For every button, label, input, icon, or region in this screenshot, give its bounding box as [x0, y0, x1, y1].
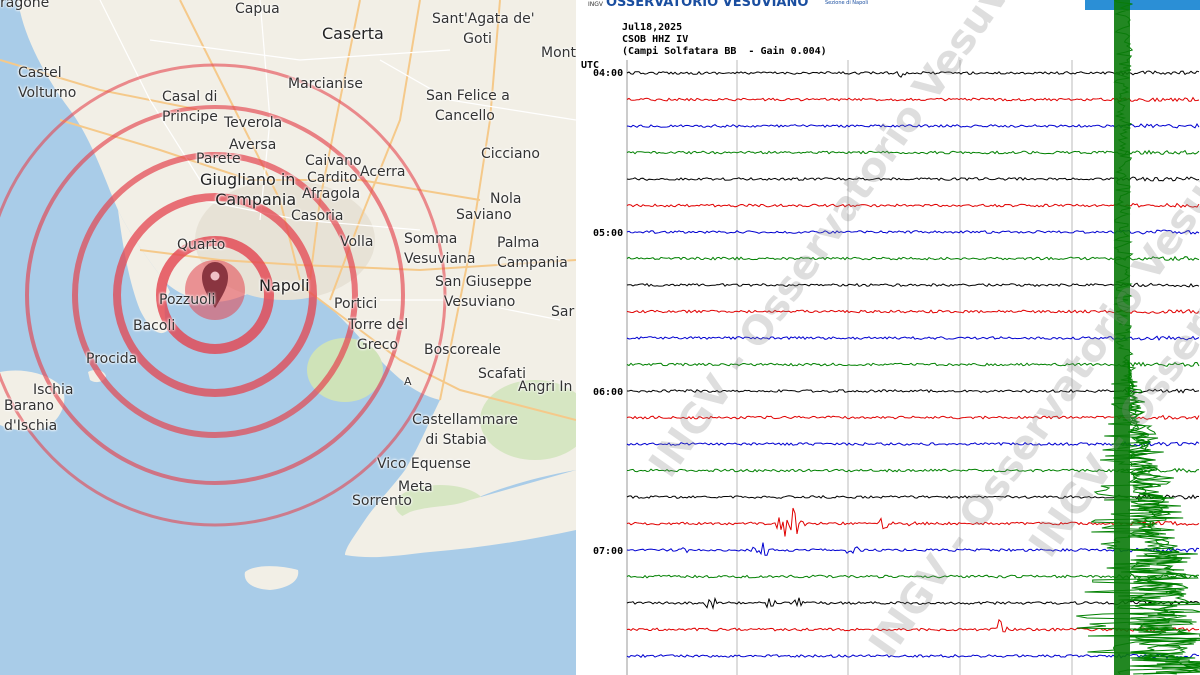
place-label: Afragola — [302, 186, 361, 202]
place-label: Caserta — [322, 24, 384, 43]
observatory-subtitle: Sezione di Napoli — [825, 0, 868, 6]
seismogram-panel: INGV OSSERVATORIO VESUVIANO Sezione di N… — [580, 0, 1200, 675]
place-label: ragone — [0, 0, 50, 11]
place-label: Palma Campania — [497, 235, 568, 271]
place-label: Quarto — [177, 237, 226, 253]
time-label: 04:00 — [593, 68, 624, 79]
time-label: 07:00 — [593, 546, 624, 557]
seismic-trace — [626, 255, 1200, 262]
place-label: Napoli — [259, 276, 310, 295]
place-label: Sant'Agata de' Goti — [432, 11, 535, 47]
place-label: Procida — [86, 351, 138, 367]
place-label: Castellammare di Stabia — [412, 412, 519, 448]
place-label: Angri In — [518, 379, 573, 395]
observatory-title: OSSERVATORIO VESUVIANO — [606, 0, 808, 10]
place-label: Vico Equense — [377, 456, 471, 472]
place-label: San Felice a Cancello — [426, 88, 510, 124]
place-label: Boscoreale — [424, 342, 501, 358]
place-label: Torre del Greco — [348, 317, 409, 353]
place-label: Somma Vesuviana — [404, 231, 476, 267]
place-label: Bacoli — [133, 318, 176, 334]
place-label: Castel Volturno — [18, 65, 77, 101]
ingv-logo-text: INGV — [588, 1, 604, 8]
seismic-trace — [626, 149, 1200, 155]
header-blue-bar — [1085, 0, 1200, 10]
place-label: Giugliano in Campania — [200, 170, 297, 209]
place-label: Barano d'Ischia — [4, 398, 58, 434]
place-label: Saviano — [456, 207, 512, 223]
place-label: A — [404, 375, 412, 388]
epicenter-map: ragone Capua Caserta Sant'Agata de' Goti… — [0, 0, 576, 675]
place-label: Teverola — [224, 115, 283, 131]
place-label: San Giuseppe Vesuviano — [435, 274, 532, 310]
seismic-trace — [626, 202, 1200, 209]
place-label: Acerra — [360, 164, 406, 180]
station-description: (Campi Solfatara BB - Gain 0.004) — [622, 46, 827, 57]
place-label: Marcianise — [288, 76, 363, 92]
place-label: Parete — [196, 151, 241, 167]
place-label: Volla — [340, 234, 374, 250]
place-label: Casoria — [291, 208, 344, 224]
place-label: Casal di Principe — [162, 89, 218, 125]
record-date: Jul18,2025 — [622, 22, 683, 33]
seismogram-graphic: INGV OSSERVATORIO VESUVIANO Sezione di N… — [580, 0, 1200, 675]
time-label: 05:00 — [593, 228, 624, 239]
place-label: Sar — [551, 304, 575, 320]
seismic-trace — [626, 542, 1200, 556]
seismic-trace — [626, 229, 1200, 235]
place-label: Mont — [541, 45, 576, 61]
place-label: Sorrento — [352, 493, 412, 509]
seismic-trace — [626, 176, 1200, 182]
seismic-trace — [626, 653, 1200, 659]
place-label: Pozzuoli — [159, 292, 216, 308]
place-label: Cicciano — [481, 146, 540, 162]
time-label: 06:00 — [593, 387, 624, 398]
station-code: CSOB HHZ IV — [622, 34, 689, 45]
place-label: Portici — [334, 296, 378, 312]
place-label: Capua — [235, 1, 280, 17]
